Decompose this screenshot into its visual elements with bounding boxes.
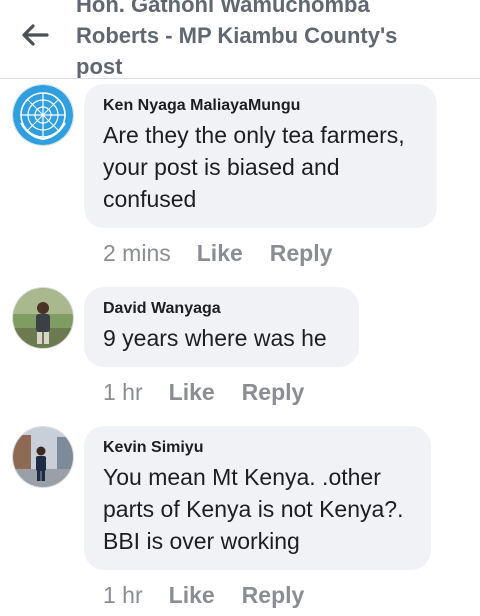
reply-button[interactable]: Reply [242, 580, 305, 610]
comment-text: Are they the only tea farmers, your post… [103, 122, 405, 212]
comment-author[interactable]: Ken Nyaga MaliayaMungu [103, 96, 419, 116]
comment-text: 9 years where was he [103, 325, 327, 351]
comment-actions: 2 mins Like Reply [103, 238, 332, 268]
comment-actions: 1 hr Like Reply [103, 580, 304, 610]
comment-bubble: Ken Nyaga MaliayaMungu Are they the only… [84, 84, 437, 228]
comment-actions: 1 hr Like Reply [103, 377, 304, 407]
comment-author[interactable]: Kevin Simiyu [103, 438, 413, 458]
comment-time[interactable]: 2 mins [103, 238, 171, 268]
person-photo-icon [13, 288, 73, 348]
un-emblem-icon [13, 85, 73, 145]
arrow-left-icon [22, 24, 49, 46]
reply-button[interactable]: Reply [270, 238, 333, 268]
avatar[interactable] [12, 287, 74, 349]
comment-author[interactable]: David Wanyaga [103, 299, 341, 319]
like-button[interactable]: Like [169, 377, 215, 407]
comment-text: You mean Mt Kenya. .other parts of Kenya… [103, 464, 404, 554]
like-button[interactable]: Like [197, 238, 243, 268]
comment-time[interactable]: 1 hr [103, 377, 143, 407]
comment-bubble: David Wanyaga 9 years where was he [84, 287, 359, 367]
person-photo-icon [13, 427, 73, 487]
back-button[interactable] [18, 20, 52, 50]
comment-time[interactable]: 1 hr [103, 580, 143, 610]
like-button[interactable]: Like [169, 580, 215, 610]
avatar[interactable] [12, 426, 74, 488]
comment-bubble: Kevin Simiyu You mean Mt Kenya. .other p… [84, 426, 431, 570]
avatar[interactable] [12, 84, 74, 146]
reply-button[interactable]: Reply [242, 377, 305, 407]
top-bar: Hon. Gathoni Wamuchomba Roberts - MP Kia… [0, 0, 480, 79]
post-title: Hon. Gathoni Wamuchomba Roberts - MP Kia… [76, 0, 398, 79]
